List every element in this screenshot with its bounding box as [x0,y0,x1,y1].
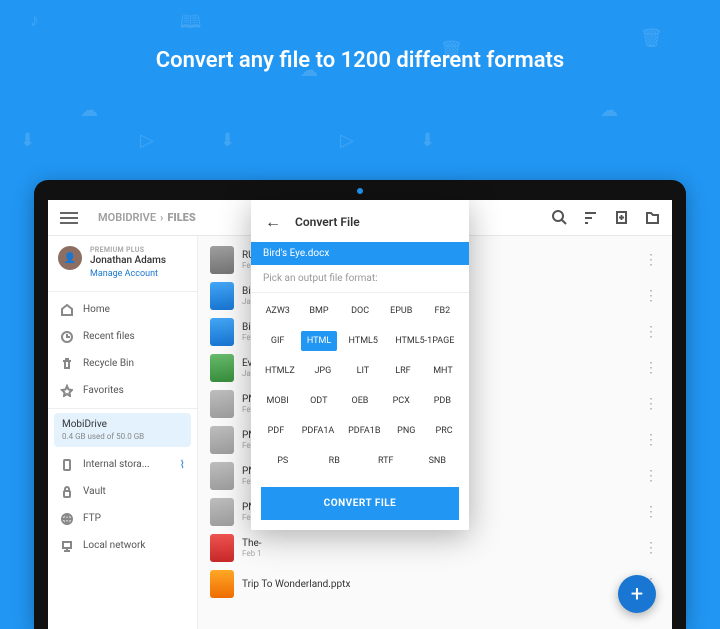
file-name: Trip To Wonderland.pptx [242,579,634,590]
back-arrow-icon[interactable]: ← [265,212,281,232]
format-option[interactable]: LRF [385,361,421,381]
breadcrumb: MOBIDRIVE›FILES [98,211,196,224]
sidebar-item-favorites[interactable]: Favorites [48,377,197,404]
format-option[interactable]: HTML5-1PAGE [389,331,460,351]
file-menu-icon[interactable]: ⋮ [642,432,660,448]
dialog-title: Convert File [295,215,360,229]
format-option[interactable]: PDFA1A [296,421,341,441]
file-type-icon [210,246,234,274]
file-type-icon [210,462,234,490]
file-menu-icon[interactable]: ⋮ [642,504,660,520]
format-option[interactable]: OEB [342,391,378,411]
sidebar-item-internal[interactable]: Internal stora...⌇ [48,451,197,478]
user-name: Jonathan Adams [90,255,166,266]
file-type-icon [210,354,234,382]
search-icon[interactable] [552,210,567,225]
format-option[interactable]: RB [316,451,352,471]
file-row[interactable]: The-Feb 1 ⋮ [198,530,672,566]
format-option[interactable]: MHT [425,361,461,381]
format-option[interactable]: PRC [426,421,462,441]
format-option[interactable]: DOC [342,301,378,321]
format-option[interactable]: HTML5 [343,331,384,351]
format-option[interactable]: ODT [301,391,337,411]
format-option[interactable]: PDB [424,391,460,411]
sidebar-storage[interactable]: MobiDrive 0.4 GB used of 50.0 GB [54,413,191,447]
format-option[interactable]: LIT [345,361,381,381]
format-option[interactable]: MOBI [260,391,296,411]
new-folder-icon[interactable] [645,210,660,225]
sort-icon[interactable] [583,210,598,225]
format-option[interactable]: JPG [305,361,341,381]
plan-label: PREMIUM PLUS [90,246,166,254]
file-type-icon [210,570,234,598]
file-menu-icon[interactable]: ⋮ [642,468,660,484]
format-option[interactable]: BMP [301,301,337,321]
dialog-filename: Bird's Eye.docx [251,242,469,265]
file-menu-icon[interactable]: ⋮ [642,360,660,376]
sidebar-item-home[interactable]: Home [48,296,197,323]
menu-icon[interactable] [60,217,78,219]
format-option[interactable]: PS [265,451,301,471]
file-menu-icon[interactable]: ⋮ [642,396,660,412]
format-option[interactable]: RTF [368,451,404,471]
file-type-icon [210,426,234,454]
pick-format-label: Pick an output file format: [251,265,469,293]
hero-headline: Convert any file to 1200 different forma… [0,48,720,73]
format-option[interactable]: EPUB [383,301,419,321]
file-menu-icon[interactable]: ⋮ [642,540,660,556]
fab-add-button[interactable]: + [618,575,656,613]
file-menu-icon[interactable]: ⋮ [642,324,660,340]
convert-button[interactable]: CONVERT FILE [261,487,459,520]
format-grid: AZW3BMPDOCEPUBFB2 GIFHTML HTML5HTML5-1PAGE… [251,293,469,477]
file-type-icon [210,534,234,562]
convert-dialog: ← Convert File Bird's Eye.docx Pick an o… [251,200,469,530]
file-name: The- [242,538,634,549]
file-date: Feb 1 [242,549,634,558]
manage-account-link[interactable]: Manage Account [90,269,166,279]
file-type-icon [210,282,234,310]
sidebar-item-ftp[interactable]: FTP [48,505,197,532]
sidebar-item-vault[interactable]: Vault [48,478,197,505]
clean-icon[interactable]: ⌇ [180,458,185,471]
format-option[interactable]: HTML [301,331,337,351]
format-option[interactable]: GIF [260,331,296,351]
sidebar-item-lan[interactable]: Local network [48,532,197,559]
format-option[interactable]: HTMLZ [259,361,301,381]
format-option[interactable]: PDF [258,421,294,441]
format-option[interactable]: PNG [388,421,424,441]
format-option[interactable]: SNB [419,451,455,471]
sidebar-item-recycle[interactable]: Recycle Bin [48,350,197,377]
file-menu-icon[interactable]: ⋮ [642,288,660,304]
avatar[interactable]: 👤 [58,246,82,270]
file-type-icon [210,390,234,418]
format-option[interactable]: PCX [383,391,419,411]
sidebar: 👤 PREMIUM PLUS Jonathan Adams Manage Acc… [48,236,198,629]
file-row[interactable]: Trip To Wonderland.pptx⋮ [198,566,672,602]
format-option[interactable]: AZW3 [260,301,296,321]
file-menu-icon[interactable]: ⋮ [642,252,660,268]
format-option[interactable]: PDFA1B [342,421,386,441]
sidebar-item-recent[interactable]: Recent files [48,323,197,350]
format-option[interactable]: FB2 [424,301,460,321]
file-type-icon [210,498,234,526]
file-type-icon [210,318,234,346]
new-file-icon[interactable] [614,210,629,225]
